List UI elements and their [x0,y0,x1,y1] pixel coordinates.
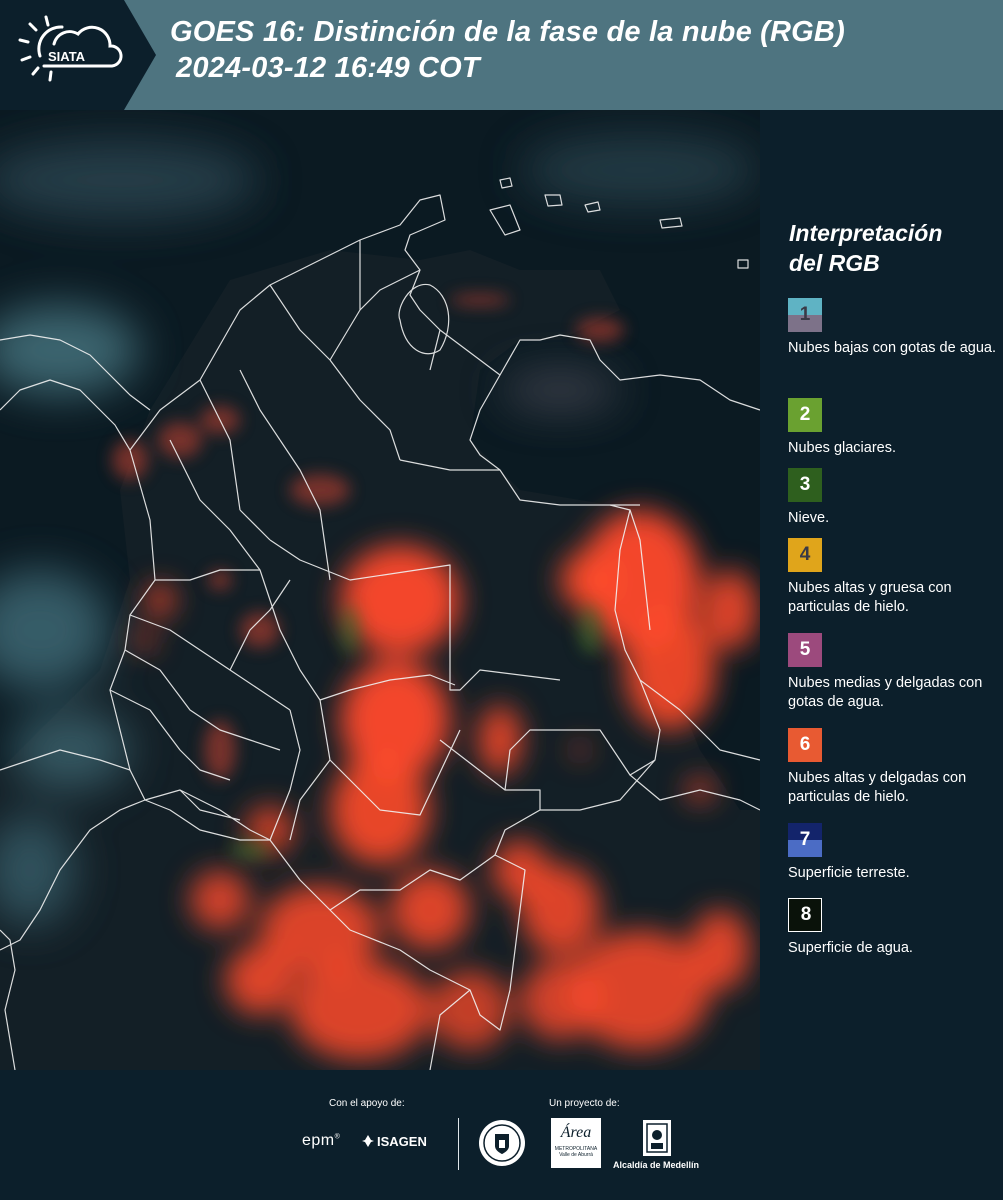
legend-swatch: 8 [788,898,822,932]
area-metropolitana-logo[interactable]: Área METROPOLITANA Valle de Aburrá [551,1118,601,1168]
legend-number: 1 [799,304,811,325]
project-label: Un proyecto de: [549,1098,620,1109]
legend-item: 1 Nubes bajas con gotas de agua. [788,298,1000,358]
antioquia-seal[interactable] [477,1118,527,1173]
isagen-mark-icon [361,1134,375,1148]
legend-item: 6 Nubes altas y delgadas con particulas d… [788,728,1000,807]
footer: Con el apoyo de: Un proyecto de: epm® IS… [0,1070,1003,1200]
legend-title: Interpretación del RGB [789,218,989,278]
legend-item: 7 Superficie terreste. [788,823,1000,883]
siata-logo[interactable]: SIATA [0,0,156,110]
header: SIATA GOES 16: Distinción de la fase de … [0,0,1003,110]
legend-swatch: 1 [788,298,822,332]
isagen-logo[interactable]: ISAGEN [361,1134,427,1149]
legend-number: 6 [799,734,811,755]
isagen-logo-text: ISAGEN [377,1134,427,1149]
legend-swatch: 5 [788,633,822,667]
legend-label: Nubes bajas con gotas de agua. [788,340,996,356]
footer-divider [458,1118,459,1170]
legend-number: 5 [799,639,811,660]
legend-label: Nubes medias y delgadas con gotas de agu… [788,675,983,710]
legend-swatch: 3 [788,468,822,502]
legend-label: Superficie terreste. [788,865,910,881]
alcaldia-shield-icon [643,1120,671,1156]
legend-number: 7 [799,829,811,850]
legend-label: Superficie de agua. [788,940,913,956]
legend-number: 4 [799,544,811,565]
epm-logo[interactable]: epm® [302,1132,340,1150]
legend-number: 8 [800,904,812,925]
siata-logo-text: SIATA [48,49,86,64]
legend-label: Nubes glaciares. [788,440,896,456]
legend-label: Nubes altas y gruesa con particulas de h… [788,580,952,615]
legend-label: Nieve. [788,510,830,526]
legend-swatch: 4 [788,538,822,572]
legend-swatch: 7 [788,823,822,857]
title-line-1: GOES 16: Distinción de la fase de la nub… [170,16,845,48]
legend-label: Nubes altas y delgadas con particulas de… [788,770,967,805]
alcaldia-label: Alcaldía de Medellín [613,1160,700,1170]
legend-number: 2 [799,404,811,425]
legend-title-line-1: Interpretación [789,220,943,246]
area-logo-main: Área [560,1124,592,1141]
legend-item: 2 Nubes glaciares. [788,398,1000,458]
legend-swatch: 2 [788,398,822,432]
title-line-2: 2024-03-12 16:49 COT [176,52,480,84]
epm-logo-text: epm [302,1132,335,1149]
satellite-map-graphic [0,110,760,1070]
legend-title-line-2: del RGB [789,250,880,276]
legend-item: 8 Superficie de agua. [788,898,1000,958]
legend-item: 5 Nubes medias y delgadas con gotas de ag… [788,633,1000,712]
legend-number: 3 [799,474,811,495]
support-label: Con el apoyo de: [329,1098,405,1109]
satellite-image-map [0,110,760,1070]
page-title: GOES 16: Distinción de la fase de la nub… [170,14,845,86]
seal-icon [479,1120,525,1166]
area-logo-sub2: Valle de Aburrá [559,1152,593,1158]
rgb-legend: Interpretación del RGB 1 Nubes bajas con … [760,110,1003,1070]
legend-item: 4 Nubes altas y gruesa con particulas de … [788,538,1000,617]
alcaldia-shield[interactable] [641,1118,673,1158]
legend-swatch: 6 [788,728,822,762]
siata-logo-graphic: SIATA [0,0,156,110]
legend-item: 3 Nieve. [788,468,1000,528]
